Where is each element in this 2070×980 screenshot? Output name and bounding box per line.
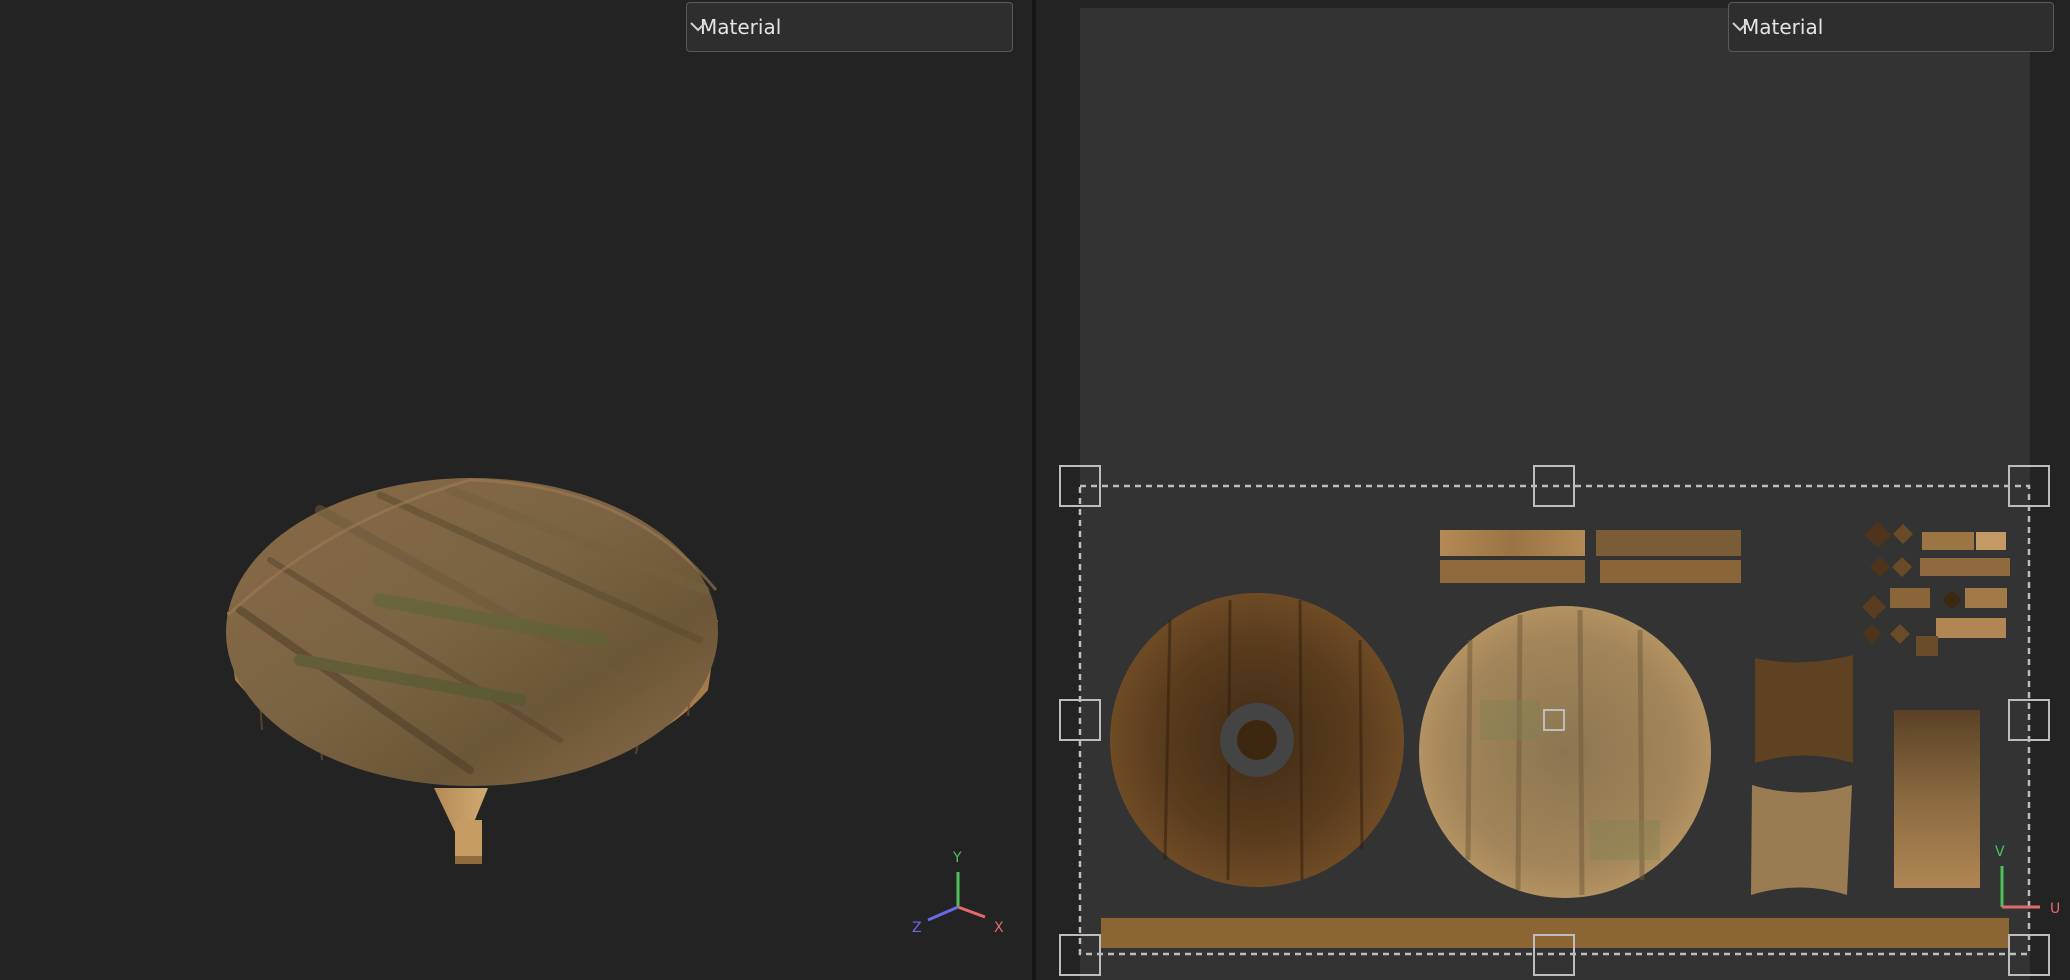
- x-axis-line: [957, 905, 986, 919]
- viewport-3d-canvas[interactable]: Y X Z: [0, 0, 1032, 980]
- uv-island-disc-light: [1419, 606, 1711, 898]
- uv-island-bottom-strip: [1101, 918, 2009, 948]
- z-axis-label: Z: [912, 920, 922, 936]
- y-axis-label: Y: [952, 850, 962, 866]
- uv-editor[interactable]: V U Material: [1036, 0, 2070, 980]
- table-leg: [434, 788, 488, 864]
- material-dropdown-uv[interactable]: Material: [1728, 2, 2054, 52]
- uv-island-disc-dark: [1110, 593, 1404, 887]
- table-top: [226, 478, 718, 786]
- z-axis-line: [927, 905, 959, 922]
- material-dropdown-3d-value: Material: [700, 15, 782, 39]
- viewport-3d[interactable]: Y X Z Material: [0, 0, 1032, 980]
- app-window: Y X Z Material V U Material: [0, 0, 2070, 980]
- axis-gizmo: Y X Z: [912, 850, 1004, 936]
- material-dropdown-uv-value: Material: [1742, 15, 1824, 39]
- x-axis-label: X: [994, 920, 1004, 936]
- chevron-down-icon: [1732, 22, 1748, 32]
- material-dropdown-3d[interactable]: Material: [686, 2, 1013, 52]
- chevron-down-icon: [690, 22, 706, 32]
- u-axis-label: U: [2050, 901, 2060, 917]
- v-axis-label: V: [1995, 844, 2005, 860]
- uv-editor-canvas[interactable]: V U: [1036, 0, 2070, 980]
